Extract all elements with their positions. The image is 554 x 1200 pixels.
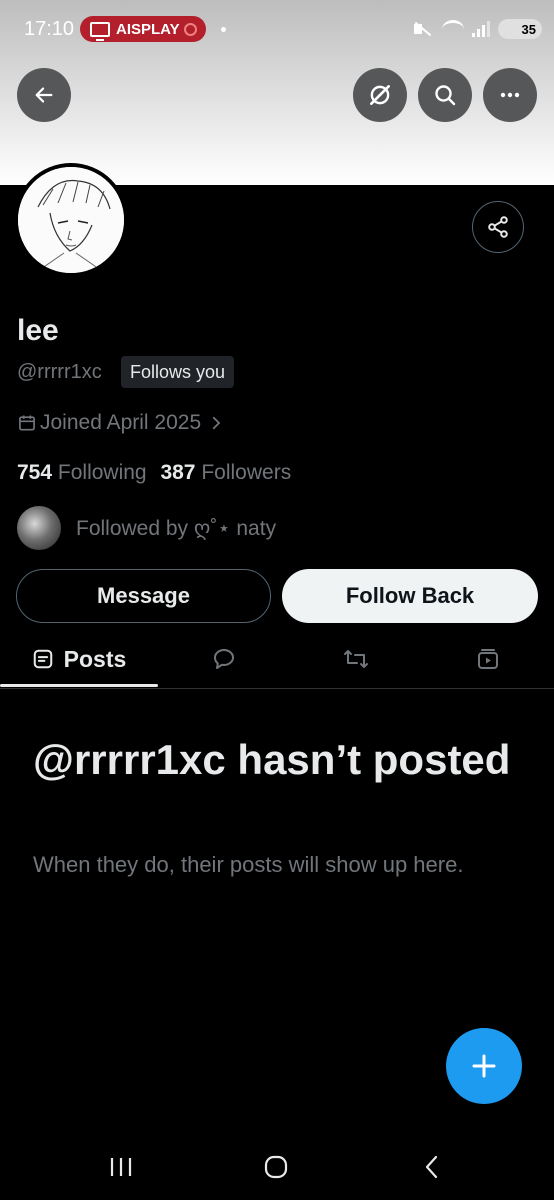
status-time: 17:10: [24, 18, 75, 40]
calendar-icon: [19, 415, 35, 431]
profile-handle: @rrrrr1xc: [17, 361, 102, 383]
tv-icon: [90, 21, 110, 41]
back-button[interactable]: [17, 68, 71, 122]
search-icon: [435, 85, 456, 106]
share-profile-button[interactable]: [472, 201, 524, 253]
plus-icon: [472, 1054, 496, 1078]
notification-dot-icon: [221, 27, 226, 32]
message-button[interactable]: Message: [16, 569, 271, 623]
tab-media[interactable]: [422, 630, 554, 688]
follow-stats: 754 Following 387 Followers: [17, 461, 291, 485]
follows-you-badge: Follows you: [121, 356, 235, 388]
wifi-icon: [442, 19, 464, 39]
active-tab-indicator: [0, 684, 158, 687]
share-icon: [488, 216, 508, 238]
following-label: Following: [57, 461, 147, 484]
tab-reposts[interactable]: [290, 630, 422, 688]
profile-name: lee: [17, 314, 59, 347]
profile-avatar[interactable]: [14, 163, 128, 277]
mute-icon: [412, 20, 434, 38]
tab-replies[interactable]: [158, 630, 290, 688]
media-icon: [478, 649, 498, 669]
followed-by-row[interactable]: Followed by ღ˚⋆ naty: [17, 506, 276, 550]
tab-posts-label: Posts: [63, 645, 127, 672]
repost-icon: [344, 650, 368, 668]
empty-state-title: @rrrrr1xc hasn’t posted: [33, 736, 511, 783]
compose-post-button[interactable]: [446, 1028, 522, 1104]
followers-count: 387: [160, 461, 196, 484]
android-nav-bar: [0, 1130, 554, 1200]
back-nav-icon[interactable]: [420, 1154, 444, 1180]
recent-apps-icon[interactable]: [108, 1156, 134, 1178]
more-icon: [500, 92, 520, 98]
more-button[interactable]: [483, 68, 537, 122]
status-bar: 17:10 AISPLAY 35: [0, 0, 554, 60]
following-count: 754: [17, 461, 53, 484]
tab-posts[interactable]: Posts: [0, 630, 158, 688]
signal-icon: [472, 21, 490, 37]
follower-avatar: [17, 506, 61, 550]
chevron-right-icon: [212, 416, 221, 430]
avatar-sketch-image: [18, 167, 124, 273]
posts-icon: [33, 649, 52, 669]
follow-back-button[interactable]: Follow Back: [282, 569, 538, 623]
battery-level: 35: [521, 21, 536, 37]
home-icon[interactable]: [263, 1154, 289, 1180]
cast-indicator[interactable]: AISPLAY: [80, 16, 206, 42]
cast-label: AISPLAY: [116, 20, 180, 38]
followed-by-text: Followed by ღ˚⋆ naty: [76, 516, 277, 540]
reply-icon: [214, 649, 234, 669]
grok-icon: [370, 85, 390, 105]
followers-label: Followers: [201, 461, 292, 484]
grok-button[interactable]: [353, 68, 407, 122]
following-link[interactable]: 754 Following: [17, 461, 152, 484]
empty-state-subtitle: When they do, their posts will show up h…: [33, 852, 464, 877]
profile-tabs: Posts: [0, 630, 554, 689]
followers-link[interactable]: 387 Followers: [160, 461, 291, 484]
joined-date[interactable]: Joined April 2025: [17, 411, 225, 435]
recording-icon: [183, 22, 197, 36]
battery-indicator: 35: [498, 19, 542, 39]
joined-label: Joined April 2025: [40, 411, 202, 434]
system-icons: 35: [412, 18, 542, 40]
search-button[interactable]: [418, 68, 472, 122]
arrow-left-icon: [35, 87, 53, 103]
